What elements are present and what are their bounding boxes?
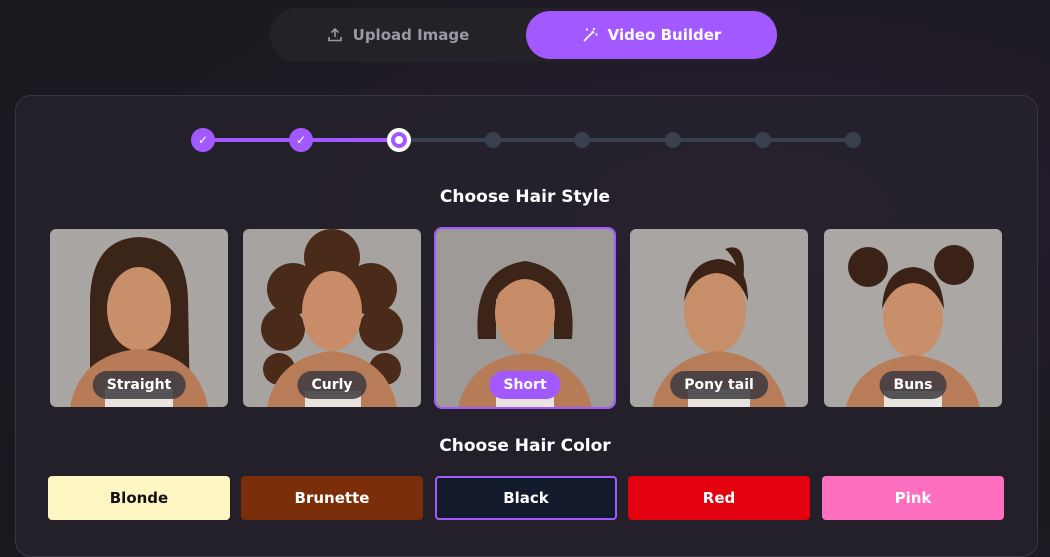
hair-color-blonde-button[interactable]: Blonde [48,476,230,520]
step-4[interactable] [485,132,501,148]
hair-color-black-button[interactable]: Black [435,476,617,520]
checkmark-icon: ✓ [295,133,307,147]
hair-style-label: Short [489,371,561,399]
hair-color-pink-button[interactable]: Pink [822,476,1004,520]
step-2-complete[interactable]: ✓ [289,128,313,152]
hair-style-label: Curly [297,371,367,399]
hair-style-label: Pony tail [670,371,768,399]
hair-style-card-short[interactable]: Short [434,227,616,409]
stepper-track-remaining [399,138,853,142]
hair-style-heading: Choose Hair Style [439,187,611,207]
step-7[interactable] [755,132,771,148]
hair-color-label: Red [702,489,736,507]
hair-color-red-button[interactable]: Red [628,476,810,520]
hair-color-label: Pink [894,489,932,507]
checkmark-icon: ✓ [197,133,209,147]
hair-style-card-curly[interactable]: Curly [243,229,421,407]
hair-style-card-straight[interactable]: Straight [50,229,228,407]
hair-color-label: Black [503,489,549,507]
hair-color-label: Brunette [294,489,370,507]
hair-color-heading: Choose Hair Color [439,436,611,456]
hair-style-card-buns[interactable]: Buns [824,229,1002,407]
hair-color-brunette-button[interactable]: Brunette [241,476,423,520]
hair-color-label: Blonde [109,489,169,507]
step-1-complete[interactable]: ✓ [191,128,215,152]
step-6[interactable] [665,132,681,148]
step-5[interactable] [574,132,590,148]
step-3-current[interactable] [387,128,411,152]
hair-style-card-pony-tail[interactable]: Pony tail [630,229,808,407]
hair-style-label: Straight [92,371,186,399]
hair-style-label: Buns [879,371,947,399]
progress-stepper: ✓ ✓ [0,0,1050,180]
step-8[interactable] [845,132,861,148]
